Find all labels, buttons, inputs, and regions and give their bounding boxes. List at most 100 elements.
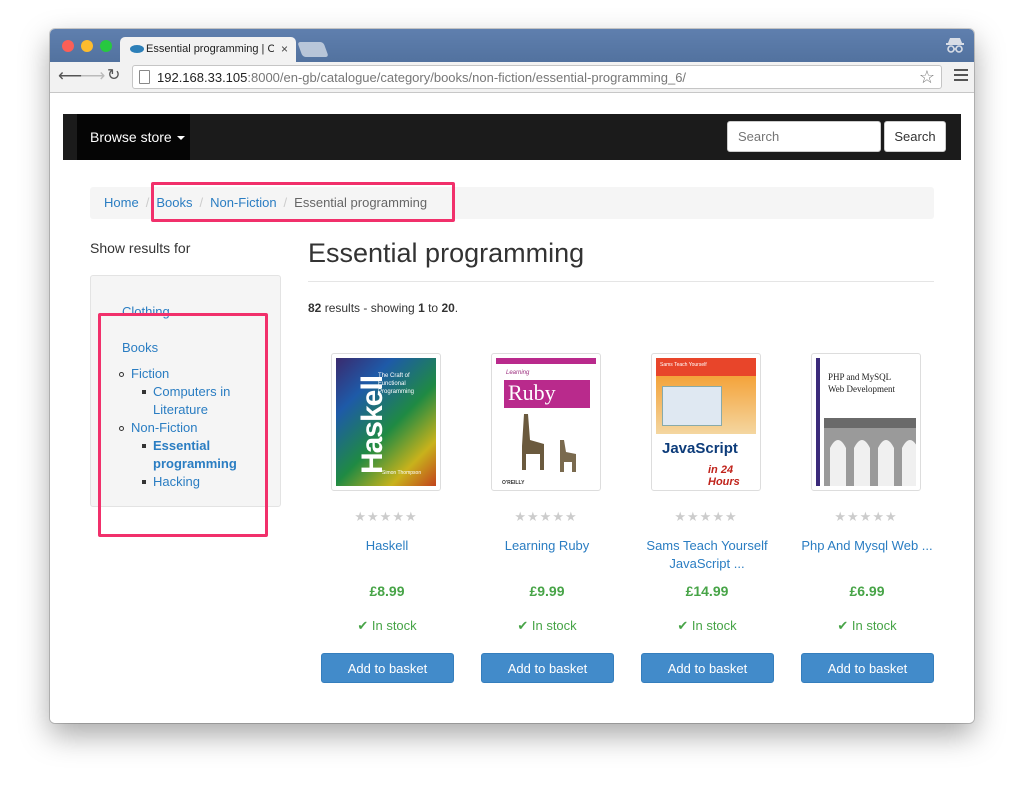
search-button[interactable]: Search [884,121,946,152]
list-bullet-square [142,390,146,394]
product-price: £8.99 [369,583,405,599]
cover-title: PHP and MySQL [828,372,892,382]
product-price: £14.99 [685,583,729,599]
breadcrumb-books[interactable]: Books [156,195,192,210]
stock-status: ✔ In stock [627,618,787,634]
close-window-button[interactable] [62,40,74,52]
browse-store-label: Browse store [90,129,172,145]
breadcrumb-separator: / [199,195,204,210]
cover-title: JavaScript [662,440,738,457]
star-rating: ★★★★★ [674,509,738,524]
store-navbar: Browse store Search [63,114,961,160]
back-arrow-icon[interactable]: ⟵ [58,66,82,86]
url-text[interactable]: 192.168.33.105:8000/en-gb/catalogue/cate… [157,70,686,85]
product-price: £9.99 [529,583,565,599]
breadcrumb-separator: / [283,195,288,210]
stock-status: ✔ In stock [307,618,467,634]
category-non-fiction-link[interactable]: Non-Fiction [131,420,197,435]
star-rating: ★★★★★ [354,509,418,524]
breadcrumb-home[interactable]: Home [104,195,139,210]
category-clothing-link[interactable]: Clothing [122,304,170,319]
list-bullet-square [142,480,146,484]
category-filter-panel: Clothing Books Fiction Computers in Lite… [90,275,281,507]
page-icon [139,70,150,84]
address-bar[interactable]: 192.168.33.105:8000/en-gb/catalogue/cate… [132,65,942,89]
javascript-cover-image: Sams Teach Yourself JavaScript in 24 Hou… [656,358,756,486]
cover-publisher: O'REILLY [502,480,525,486]
browser-toolbar: ⟵ ⟶ ↻ 192.168.33.105:8000/en-gb/catalogu… [50,62,974,93]
product-image-link[interactable]: Haskell The Craft of Functional Programm… [331,353,441,491]
browse-store-dropdown[interactable]: Browse store [77,114,190,160]
results-count: 82 [308,301,322,315]
product-title-line: JavaScript ... [669,556,745,571]
product-image-link[interactable]: PHP and MySQL Web Development [811,353,921,491]
category-essential-programming-link-line2[interactable]: programming [153,456,237,471]
zoom-window-button[interactable] [100,40,112,52]
php-mysql-cover-image: PHP and MySQL Web Development [816,358,916,486]
breadcrumb-non-fiction[interactable]: Non-Fiction [210,195,276,210]
checkmark-icon: ✔ [837,618,852,633]
add-to-basket-button[interactable]: Add to basket [641,653,774,683]
breadcrumb-separator: / [145,195,150,210]
results-text: results - showing [321,301,419,315]
category-essential-programming-link[interactable]: Essential [153,438,210,453]
tab-close-icon[interactable]: × [281,42,288,56]
star-rating: ★★★★★ [514,509,578,524]
ruby-cover-image: Learning Ruby O'REILLY [496,358,596,486]
category-fiction-link[interactable]: Fiction [131,366,169,381]
add-to-basket-button[interactable]: Add to basket [481,653,614,683]
caret-down-icon [176,136,185,141]
checkmark-icon: ✔ [677,618,692,633]
minimize-window-button[interactable] [81,40,93,52]
add-to-basket-button[interactable]: Add to basket [321,653,454,683]
cover-subtitle: The Craft of Functional Programming [378,373,415,395]
stock-text: In stock [691,618,737,633]
reload-icon[interactable]: ↻ [107,66,120,86]
cover-subtitle: Learning [506,370,530,376]
stock-text: In stock [851,618,897,633]
category-hacking-link[interactable]: Hacking [153,474,200,489]
bookmark-star-icon[interactable]: ☆ [919,67,935,88]
results-from: 1 [418,301,425,315]
product-title-link[interactable]: Php And Mysql Web ... [787,537,947,555]
category-computers-in-literature-link-line2[interactable]: Literature [153,402,208,417]
page-title: Essential programming [308,238,585,268]
product-image-link[interactable]: Learning Ruby O'REILLY [491,353,601,491]
results-summary: 82 results - showing 1 to 20. [308,301,458,315]
sidebar-title: Show results for [90,240,191,256]
new-tab-button[interactable] [297,42,329,57]
category-books-link[interactable]: Books [122,340,158,355]
forward-arrow-icon[interactable]: ⟶ [81,66,105,86]
results-to: 20 [441,301,455,315]
browser-window: Essential programming | Os × ⟵ ⟶ ↻ 192.1… [50,29,974,723]
product-price: £6.99 [849,583,885,599]
product-image-link[interactable]: Sams Teach Yourself JavaScript in 24 Hou… [651,353,761,491]
title-bar: Essential programming | Os × [50,29,974,63]
add-to-basket-button[interactable]: Add to basket [801,653,934,683]
results-text: . [454,301,459,315]
product-title-link[interactable]: Haskell [307,537,467,555]
hamburger-menu-icon[interactable] [954,69,968,81]
search-input[interactable] [727,121,881,152]
stock-status: ✔ In stock [787,618,947,634]
cover-author: Simon Thompson [382,470,422,476]
product-title-link[interactable]: Learning Ruby [467,537,627,555]
list-bullet-circle [119,426,124,431]
breadcrumb-current: Essential programming [294,195,428,210]
incognito-icon [946,38,964,53]
cover-title: Ruby [508,380,556,405]
haskell-cover-image: Haskell The Craft of Functional Programm… [336,358,436,486]
category-computers-in-literature-link[interactable]: Computers in [153,384,230,399]
list-bullet-square [142,444,146,448]
title-divider [308,281,934,282]
product-title-line: Php And Mysql Web ... [801,538,933,553]
url-path: :8000/en-gb/catalogue/category/books/non… [247,70,687,85]
product-title-link[interactable]: Sams Teach Yourself JavaScript ... [627,537,787,573]
list-bullet-circle [119,372,124,377]
stock-text: In stock [531,618,577,633]
breadcrumb: Home / Books / Non-Fiction / Essential program… [90,187,934,219]
browser-tab-active[interactable]: Essential programming | Os × [120,37,296,63]
checkmark-icon: ✔ [357,618,372,633]
cover-subtitle: Web Development [828,384,896,394]
stock-status: ✔ In stock [467,618,627,634]
